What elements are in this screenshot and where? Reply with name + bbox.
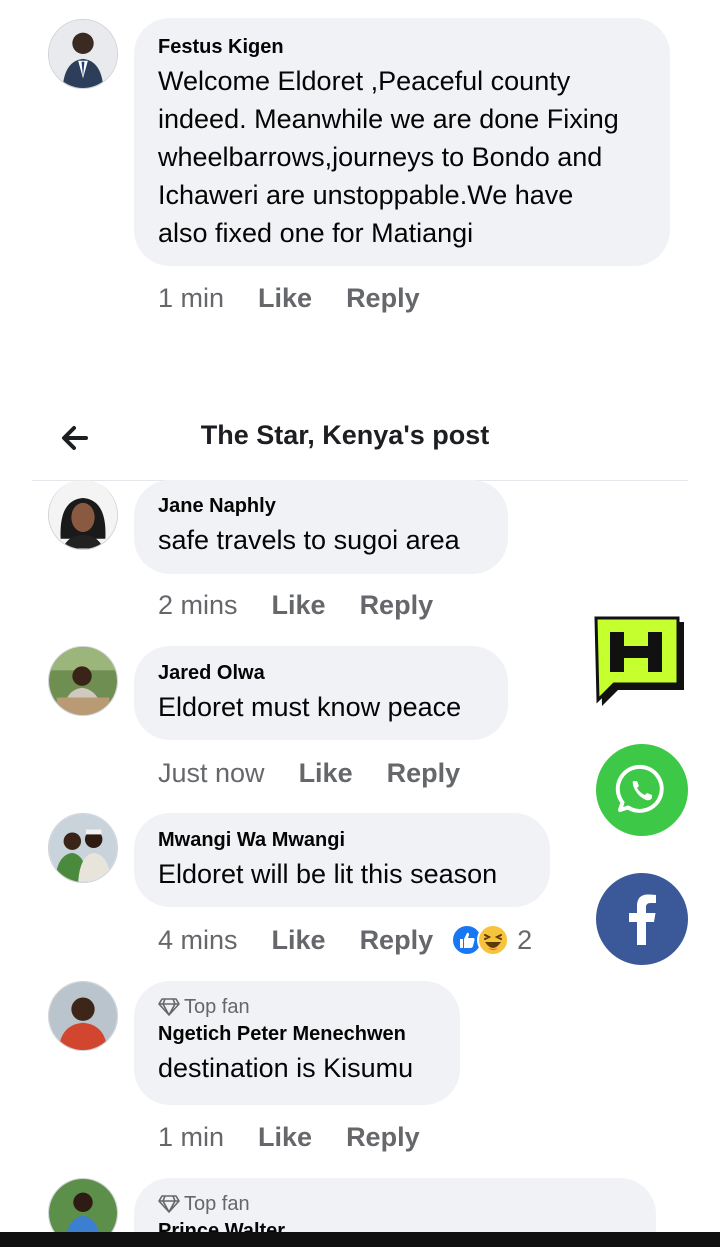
diamond-icon [158, 1195, 180, 1213]
facebook-icon [596, 873, 688, 965]
whatsapp-icon [596, 744, 688, 836]
top-fan-badge: Top fan [158, 1192, 632, 1216]
facebook-share-button[interactable] [596, 873, 688, 965]
comment-bubble: Top fan Prince Walter [134, 1178, 656, 1232]
hiphop-logo-button[interactable] [594, 616, 690, 710]
avatar-prince-image [49, 1179, 117, 1232]
comment-author[interactable]: Prince Walter [158, 1218, 632, 1232]
avatar[interactable] [48, 1178, 118, 1232]
hiphop-logo-icon [594, 616, 684, 706]
top-fan-label: Top fan [184, 1193, 250, 1215]
whatsapp-share-button[interactable] [596, 744, 688, 836]
system-navigation-bar [0, 1232, 720, 1247]
